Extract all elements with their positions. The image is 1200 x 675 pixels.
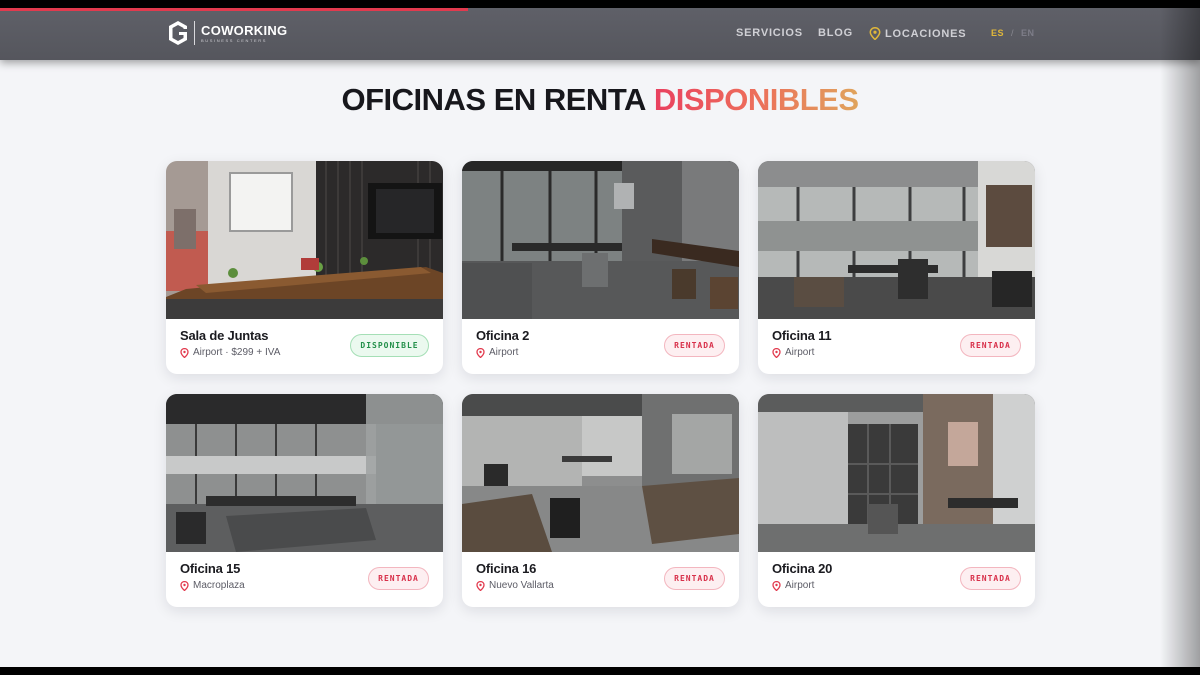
office-photo [166,161,443,319]
status-badge: RENTADA [664,334,725,357]
nav-locaciones-label: LOCACIONES [885,27,967,40]
office-location-label: Nuevo Vallarta [489,580,554,591]
office-card[interactable]: Oficina 15 Macroplaza RENTADA [166,394,443,607]
status-badge: RENTADA [960,567,1021,590]
office-location-label: Airport [785,580,815,591]
location-pin-icon [772,580,781,591]
office-location: Macroplaza [180,580,245,591]
lang-es-link[interactable]: ES [991,28,1004,38]
office-location-label: Airport [489,347,519,358]
office-location: Airport [772,347,814,358]
office-photo [166,394,443,552]
office-location: Airport · $299 + IVA [180,347,280,358]
office-name: Oficina 2 [476,328,530,343]
office-card[interactable]: Sala de Juntas Airport · $299 + IVA DISP… [166,161,443,374]
location-pin-icon [476,580,485,591]
section-title-main: OFICINAS EN RENTA [341,82,646,117]
status-badge: RENTADA [664,567,725,590]
lang-en-link[interactable]: EN [1021,28,1035,38]
section-title-highlight: DISPONIBLES [653,82,859,117]
status-badge: DISPONIBLE [350,334,429,357]
status-badge: RENTADA [960,334,1021,357]
office-card[interactable]: Oficina 20 Airport RENTADA [758,394,1035,607]
loading-progress-bar [0,8,468,11]
top-navbar: COWORKING BUSINESS CENTERS SERVICIOS BLO… [0,8,1200,60]
nav-locaciones[interactable]: LOCACIONES [869,27,966,40]
nav-blog[interactable]: BLOG [818,27,853,39]
office-location: Airport [772,580,814,591]
office-location-label: Macroplaza [193,580,245,591]
nav-servicios[interactable]: SERVICIOS [736,27,803,39]
office-location: Nuevo Vallarta [476,580,554,591]
section-title: OFICINAS EN RENTA DISPONIBLES [0,82,1200,118]
logo-g-icon [169,21,187,45]
logo-divider [194,21,195,45]
office-photo [462,394,739,552]
page: COWORKING BUSINESS CENTERS SERVICIOS BLO… [0,8,1200,667]
location-pin-icon [180,347,189,358]
office-photo [758,161,1035,319]
office-card[interactable]: Oficina 11 Airport RENTADA [758,161,1035,374]
logo-wordmark: COWORKING BUSINESS CENTERS [201,24,287,43]
office-photo [758,394,1035,552]
status-badge: RENTADA [368,567,429,590]
office-name: Oficina 16 [476,561,537,576]
nav-blog-label: BLOG [818,27,853,39]
office-card[interactable]: Oficina 16 Nuevo Vallarta RENTADA [462,394,739,607]
office-name: Oficina 15 [180,561,241,576]
office-name: Oficina 11 [772,328,832,343]
office-name: Sala de Juntas [180,328,269,343]
location-pin-icon [180,580,189,591]
logo-subtitle: BUSINESS CENTERS [201,37,268,43]
location-pin-icon [772,347,781,358]
office-name: Oficina 20 [772,561,833,576]
lang-separator: / [1011,28,1015,38]
office-card[interactable]: Oficina 2 Airport RENTADA [462,161,739,374]
location-pin-icon [476,347,485,358]
office-location-label: Airport [785,347,815,358]
office-location: Airport [476,347,518,358]
nav-servicios-label: SERVICIOS [736,27,803,39]
logo-title: COWORKING [201,22,288,38]
office-location-label: Airport · $299 + IVA [193,347,281,358]
brand-logo[interactable]: COWORKING BUSINESS CENTERS [168,20,287,46]
location-pin-icon [869,27,881,40]
office-photo [462,161,739,319]
